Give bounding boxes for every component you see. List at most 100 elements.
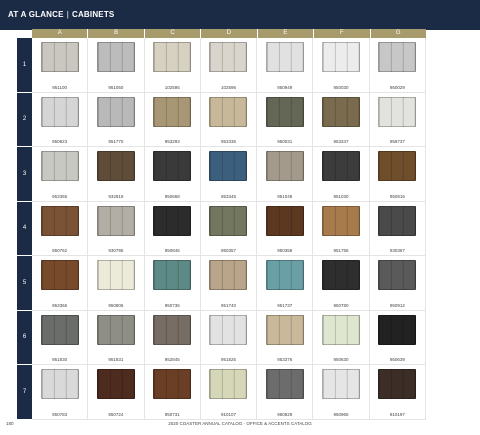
product-cell[interactable]: 953356 (32, 147, 89, 202)
product-sku: 950816 (389, 193, 405, 199)
product-cell[interactable]: 951050 (88, 38, 145, 93)
product-sku: 910107 (220, 411, 236, 417)
cabinet-image (322, 369, 361, 399)
product-cell[interactable]: 910107 (200, 365, 258, 420)
cabinet-image (322, 260, 361, 290)
product-sku: 950029 (389, 84, 405, 90)
product-cell[interactable]: 950029 (369, 38, 426, 93)
cabinet-image (40, 369, 79, 399)
product-cell[interactable]: 950806 (88, 256, 145, 311)
product-sku: 953365 (52, 302, 68, 308)
row-label-7: 7 (17, 365, 32, 419)
product-cell[interactable]: 953293 (144, 92, 201, 147)
product-cell[interactable]: 951770 (88, 92, 145, 147)
product-sku: 951737 (277, 302, 293, 308)
product-cell[interactable]: 953376 (257, 310, 314, 365)
product-cell[interactable]: 950823 (32, 92, 89, 147)
cabinet-image (265, 151, 304, 181)
product-sku: 951100 (52, 84, 67, 90)
cabinet-image (378, 151, 417, 181)
product-cell[interactable]: 950357 (200, 201, 258, 256)
product-cell[interactable]: 951030 (313, 147, 370, 202)
product-cell[interactable]: 950780 (313, 256, 370, 311)
title-divider: | (66, 10, 69, 19)
product-cell[interactable]: 951100 (32, 38, 89, 93)
product-sku: 951825 (220, 357, 236, 362)
product-sku: 950724 (108, 411, 124, 417)
cabinet-image (378, 205, 417, 236)
product-sku: 950846 (164, 248, 180, 253)
product-cell[interactable]: 951737 (257, 256, 314, 311)
product-sku: 950630 (333, 357, 349, 362)
product-cell[interactable]: 951831 (88, 310, 145, 365)
product-cell[interactable]: 950630 (313, 310, 370, 365)
product-cell[interactable]: 930795 (88, 201, 145, 256)
product-sku: 953376 (277, 357, 293, 362)
cabinet-image (322, 314, 361, 345)
product-sku: 950780 (333, 302, 349, 308)
cabinet-image (209, 96, 248, 127)
cabinet-image (322, 96, 361, 127)
product-sku: 950806 (108, 302, 124, 308)
section-title: AT A GLANCE (8, 10, 64, 19)
product-sku: 951030 (333, 193, 349, 199)
product-cell[interactable]: 958737 (369, 92, 426, 147)
product-sku: 950736 (164, 302, 180, 308)
product-cell[interactable]: 950031 (257, 92, 314, 147)
product-cell[interactable]: 950731 (144, 365, 201, 420)
product-cell[interactable]: 930367 (369, 201, 426, 256)
product-cell[interactable]: 102595 (144, 38, 201, 93)
product-cell[interactable]: 950358 (257, 201, 314, 256)
cabinet-image (209, 314, 248, 345)
product-cell[interactable]: 950965 (313, 365, 370, 420)
cabinet-image (153, 314, 192, 345)
product-sku: 950783 (52, 411, 68, 417)
product-cell[interactable]: 950783 (32, 365, 89, 420)
product-cell[interactable]: 950949 (257, 38, 314, 93)
product-cell[interactable]: 951758 (313, 201, 370, 256)
product-cell[interactable]: 953347 (313, 92, 370, 147)
product-sku: 950762 (52, 248, 68, 253)
product-cell[interactable]: 951740 (200, 256, 258, 311)
product-cell[interactable]: 953336 (200, 92, 258, 147)
product-cell[interactable]: 950912 (369, 256, 426, 311)
product-cell[interactable]: 953365 (32, 256, 89, 311)
product-cell[interactable]: 950762 (32, 201, 89, 256)
product-cell[interactable]: 950846 (144, 201, 201, 256)
product-cell[interactable]: 950736 (144, 256, 201, 311)
product-cell[interactable]: 951825 (200, 310, 258, 365)
product-cell[interactable]: 950829 (257, 365, 314, 420)
product-sku: 932819 (108, 193, 124, 199)
product-cell[interactable]: 910197 (369, 365, 426, 420)
product-cell[interactable]: 951048 (257, 147, 314, 202)
cabinet-image (322, 42, 361, 72)
product-cell[interactable]: 952845 (144, 310, 201, 365)
product-sku: 950965 (333, 411, 349, 417)
product-cell[interactable]: 950724 (88, 365, 145, 420)
cabinet-image (265, 42, 304, 72)
cabinet-image (96, 151, 135, 181)
cabinet-image (40, 42, 79, 72)
product-cell[interactable]: 950030 (313, 38, 370, 93)
cabinet-image (378, 42, 417, 72)
product-cell[interactable]: 932819 (88, 147, 145, 202)
product-sku: 953356 (52, 193, 68, 199)
product-cell[interactable]: 951830 (32, 310, 89, 365)
product-sku: 950731 (164, 411, 180, 417)
cabinet-image (40, 151, 79, 181)
cabinet-image (153, 42, 192, 72)
column-header-e: E (257, 29, 315, 38)
product-sku: 102596 (220, 84, 236, 90)
cabinet-image (209, 151, 248, 181)
product-cell[interactable]: 953345 (200, 147, 258, 202)
cabinet-image (40, 260, 79, 290)
product-cell[interactable]: 950668 (144, 147, 201, 202)
cabinet-image (153, 369, 192, 399)
product-cell[interactable]: 102596 (200, 38, 258, 93)
product-sku: 952845 (164, 357, 180, 362)
column-header-b: B (88, 29, 145, 38)
cabinet-grid: ABCDEFG 1234567 951100 951050 102595 102596… (17, 29, 426, 420)
product-cell[interactable]: 950816 (369, 147, 426, 202)
row-label-3: 3 (17, 147, 32, 201)
product-cell[interactable]: 950639 (369, 310, 426, 365)
